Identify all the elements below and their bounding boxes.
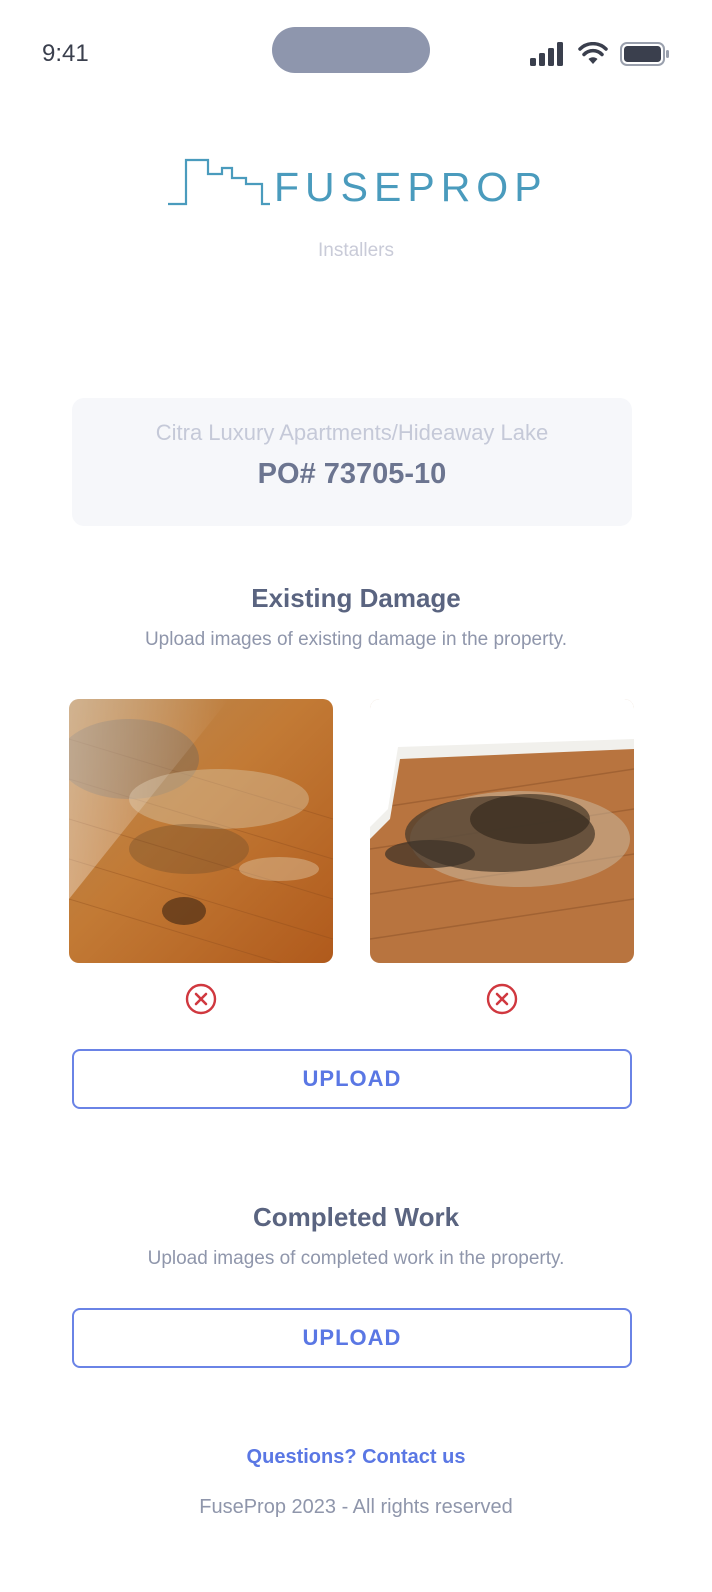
po-number: PO# 73705-10 — [257, 458, 447, 490]
remove-photo-1-icon[interactable] — [185, 983, 217, 1015]
remove-photo-2-icon[interactable] — [486, 983, 518, 1015]
completed-work-upload-button[interactable]: UPLOAD — [72, 1308, 632, 1368]
damaged-floor-photo-1-icon — [69, 699, 333, 963]
completed-work-description: Upload images of completed work in the p… — [147, 1248, 565, 1269]
signal-icon — [530, 42, 563, 66]
contact-link[interactable]: Questions? Contact us — [0, 1446, 712, 1469]
status-bar: 9:41 — [0, 0, 712, 100]
logo-text: FUSEPROP — [274, 164, 548, 210]
wifi-icon — [578, 42, 608, 64]
dynamic-island — [272, 27, 430, 73]
status-icons — [530, 40, 670, 68]
existing-damage-title: Existing Damage — [251, 583, 461, 613]
battery-icon — [620, 42, 669, 66]
property-card: Citra Luxury Apartments/Hideaway Lake PO… — [72, 398, 632, 526]
existing-damage-upload-button[interactable]: UPLOAD — [72, 1049, 632, 1109]
existing-damage-description: Upload images of existing damage in the … — [144, 629, 568, 650]
skyline-icon — [168, 158, 270, 206]
damaged-floor-photo-2-icon — [370, 699, 634, 963]
completed-work-title: Completed Work — [252, 1202, 460, 1232]
fuseprop-logo: FUSEPROP — [166, 158, 548, 210]
damage-photo-1[interactable] — [69, 699, 333, 963]
copyright-text: FuseProp 2023 - All rights reserved — [199, 1496, 513, 1518]
damage-photo-2[interactable] — [370, 699, 634, 963]
app-subtitle: Installers — [317, 240, 395, 261]
property-name: Citra Luxury Apartments/Hideaway Lake — [155, 420, 549, 445]
status-time: 9:41 — [42, 40, 89, 67]
